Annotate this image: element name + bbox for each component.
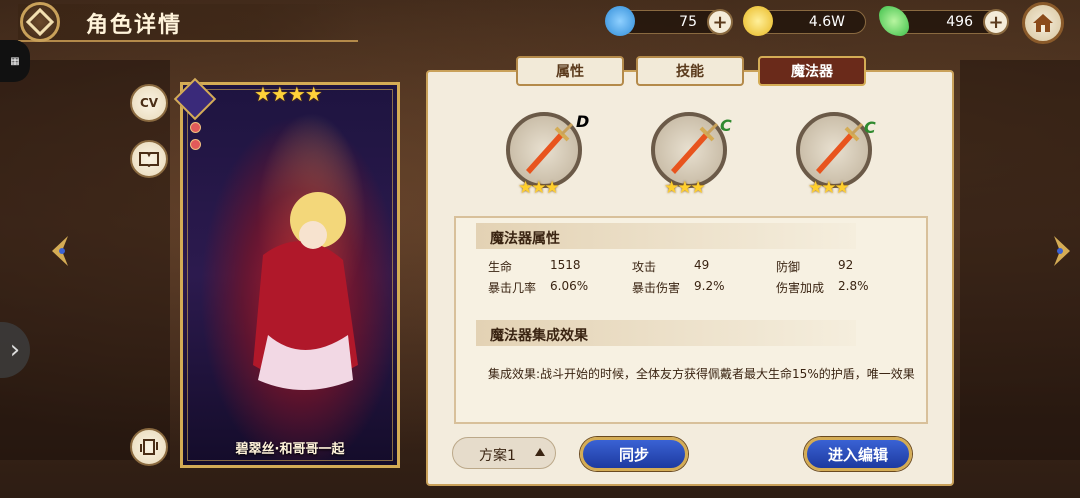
scheme-label: 方案1: [479, 448, 516, 464]
add-energy-button[interactable]: +: [707, 9, 733, 35]
attributes-title: 魔法器属性: [490, 231, 560, 247]
magic-item-slot-1[interactable]: [506, 112, 582, 188]
cv-label: CV: [139, 96, 159, 110]
tab-attributes[interactable]: 属性: [516, 56, 624, 86]
character-card[interactable]: [180, 82, 400, 468]
resource-energy: 75 +: [605, 6, 733, 36]
stat-value: 49: [694, 258, 710, 272]
set-effect-title: 魔法器集成效果: [490, 328, 588, 344]
stat-label: 防御: [776, 260, 801, 274]
green-crystal-icon: [879, 6, 909, 36]
stat-value: 1518: [550, 258, 581, 272]
magic-item-stars: ★★★: [808, 178, 850, 198]
stat-value: 6.06%: [550, 279, 589, 293]
resource-gold: 4.6W: [743, 6, 866, 36]
sword-icon: [816, 122, 864, 174]
next-character-arrow[interactable]: [1052, 234, 1074, 268]
home-icon: [1033, 14, 1053, 32]
back-button[interactable]: [20, 2, 60, 42]
stat-label: 暴击伤害: [632, 281, 681, 295]
scheme-dropdown[interactable]: 方案1: [452, 437, 556, 469]
flip-card-button[interactable]: [130, 428, 168, 466]
gems-value: 496: [946, 14, 973, 30]
red-gem-icon: [190, 139, 201, 150]
enter-edit-button[interactable]: 进入编辑: [804, 437, 912, 471]
floating-widget[interactable]: ▦: [0, 40, 30, 82]
sync-button[interactable]: 同步: [580, 437, 688, 471]
set-effect-text: 集成效果:战斗开始的时候，全体友方获得佩戴者最大生命15%的护盾，唯一效果: [488, 367, 915, 381]
stat-label: 暴击几率: [488, 281, 537, 295]
sword-icon: [526, 122, 574, 174]
story-button[interactable]: [130, 140, 168, 178]
character-name: 碧翠丝·和哥哥一起: [235, 442, 345, 457]
sword-icon: [671, 122, 719, 174]
gold-value: 4.6W: [808, 14, 845, 30]
energy-value: 75: [679, 14, 697, 30]
stat-value: 9.2%: [694, 279, 725, 293]
magic-item-stars: ★★★: [664, 178, 706, 198]
magic-item-slot-3[interactable]: [796, 112, 872, 188]
magic-item-stars: ★★★: [518, 178, 560, 198]
tab-magic-items[interactable]: 魔法器: [758, 56, 866, 86]
card-gems: [190, 122, 201, 156]
home-button[interactable]: [1022, 2, 1064, 44]
book-icon: [139, 152, 159, 167]
top-bar: 角色详情 75 + 4.6W 496 +: [0, 0, 1080, 44]
red-gem-icon: [190, 122, 201, 133]
stat-label: 攻击: [632, 260, 657, 274]
gold-coin-icon: [743, 6, 773, 36]
title-banner: [18, 4, 358, 42]
triangle-up-icon: [535, 448, 545, 456]
page-title: 角色详情: [86, 13, 183, 38]
stat-value: 92: [838, 258, 854, 272]
blue-drop-icon: [605, 6, 635, 36]
card-rarity-stars: ★★★★: [254, 82, 323, 106]
resource-gems: 496 +: [879, 6, 1009, 36]
grade-label: C: [720, 116, 732, 135]
magic-item-slot-2[interactable]: [651, 112, 727, 188]
back-icon: [25, 7, 55, 37]
cv-button[interactable]: CV: [130, 84, 168, 122]
stat-value: 2.8%: [838, 279, 869, 293]
card-flip-icon: [140, 439, 158, 455]
stat-label: 生命: [488, 260, 513, 274]
add-gems-button[interactable]: +: [983, 9, 1009, 35]
grade-label: C: [864, 118, 876, 137]
prev-character-arrow[interactable]: [48, 234, 70, 268]
character-art: [253, 192, 358, 390]
stat-label: 伤害加成: [776, 281, 825, 295]
grade-label: D: [576, 112, 590, 131]
tab-skills[interactable]: 技能: [636, 56, 744, 86]
